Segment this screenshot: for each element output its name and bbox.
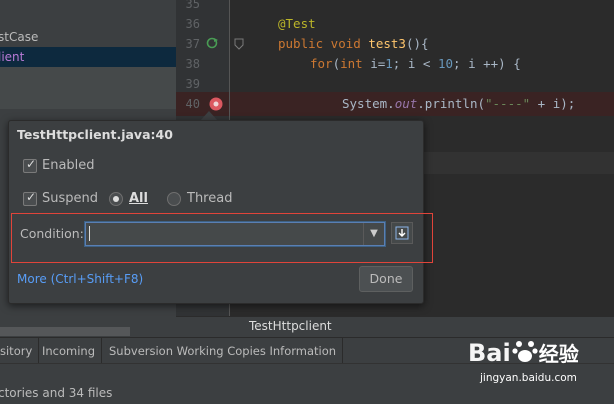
code-line: public void test3(){ (278, 34, 429, 54)
condition-label: Condition: (20, 226, 84, 241)
radio-selected-dot (113, 196, 119, 202)
condition-combo[interactable]: ▼ (85, 222, 385, 246)
tree-item-label: lient (0, 50, 25, 64)
suspend-label[interactable]: Suspend (42, 191, 98, 206)
code-token: (){ (405, 36, 429, 51)
paw-icon (512, 341, 538, 362)
code-token: ( (332, 56, 341, 71)
line-number: 36 (185, 17, 200, 31)
editor-breadcrumb-bar: TestHttpclient (176, 316, 614, 337)
line-number: 39 (185, 77, 200, 91)
code-token: ; i ++) { (453, 56, 521, 71)
tab-svn-working-copies[interactable]: Subversion Working Copies Information (103, 338, 344, 364)
code-token: ; i < (392, 56, 438, 71)
fold-marker-icon[interactable] (234, 38, 244, 50)
code-token: + i); (530, 96, 576, 111)
expand-editor-icon (395, 226, 409, 240)
suspend-all-radio[interactable] (109, 192, 123, 206)
breakpoint-icon[interactable] (208, 96, 224, 112)
breakpoint-properties-popup: TestHttpclient.java:40 ✓ Enabled ✓ Suspe… (8, 120, 433, 304)
caret-row-highlight (422, 152, 614, 174)
editor-file-title[interactable]: TestHttpclient (249, 319, 332, 333)
line-number: 38 (185, 57, 200, 71)
code-line: @Test (278, 14, 316, 34)
tab-repository[interactable]: sitory (0, 338, 40, 364)
field-token: out (394, 96, 418, 111)
annotation-token: @Test (278, 16, 316, 31)
suspend-thread-radio[interactable] (167, 192, 181, 206)
number-token: 1 (385, 56, 393, 71)
dropdown-arrow-icon[interactable]: ▼ (363, 223, 384, 245)
condition-input[interactable] (86, 223, 366, 245)
code-line: for(int i=1; i < 10; i ++) { (310, 54, 521, 74)
enabled-label[interactable]: Enabled (42, 158, 95, 173)
code-token: System. (342, 96, 395, 111)
string-token: "----" (485, 96, 531, 111)
tab-incoming[interactable]: Incoming (36, 338, 103, 364)
suspend-thread-label[interactable]: Thread (187, 191, 232, 206)
code-token: .println( (417, 96, 485, 111)
method-name-token: test3 (368, 36, 406, 51)
line-number: 37 (185, 37, 200, 51)
run-test-icon[interactable] (206, 36, 220, 50)
keyword-token: public void (278, 36, 369, 51)
tree-item[interactable]: stCase (0, 27, 176, 47)
line-number: 40 (185, 97, 200, 111)
tree-item-label: stCase (0, 30, 39, 44)
done-button[interactable]: Done (359, 266, 413, 292)
more-settings-link[interactable]: More (Ctrl+Shift+F8) (17, 272, 143, 286)
expand-editor-button[interactable] (391, 222, 413, 244)
keyword-token: for (310, 56, 333, 71)
watermark-url: jingyan.baidu.com (480, 372, 577, 384)
watermark-logo: Bai 经验 (468, 339, 579, 367)
baidu-jingyan-watermark: Bai 经验 jingyan.baidu.com (468, 336, 614, 403)
keyword-token: int (340, 56, 363, 71)
status-text: ctories and 34 files (0, 386, 113, 400)
check-icon: ✓ (26, 157, 37, 171)
text-caret (89, 226, 90, 241)
tree-item-selected[interactable]: lient (0, 47, 176, 67)
suspend-checkbox[interactable]: ✓ (23, 190, 37, 206)
line-number: 35 (185, 0, 200, 11)
code-line: System.out.println("----" + i); (342, 94, 575, 114)
horizontal-scrollbar[interactable] (0, 327, 130, 336)
dialog-title: TestHttpclient.java:40 (17, 127, 173, 142)
check-icon: ✓ (26, 190, 37, 204)
enabled-checkbox[interactable]: ✓ (23, 157, 37, 173)
code-token: i= (362, 56, 386, 71)
tree-divider-band (0, 67, 176, 109)
number-token: 10 (437, 56, 454, 71)
suspend-all-label[interactable]: All (129, 191, 148, 206)
